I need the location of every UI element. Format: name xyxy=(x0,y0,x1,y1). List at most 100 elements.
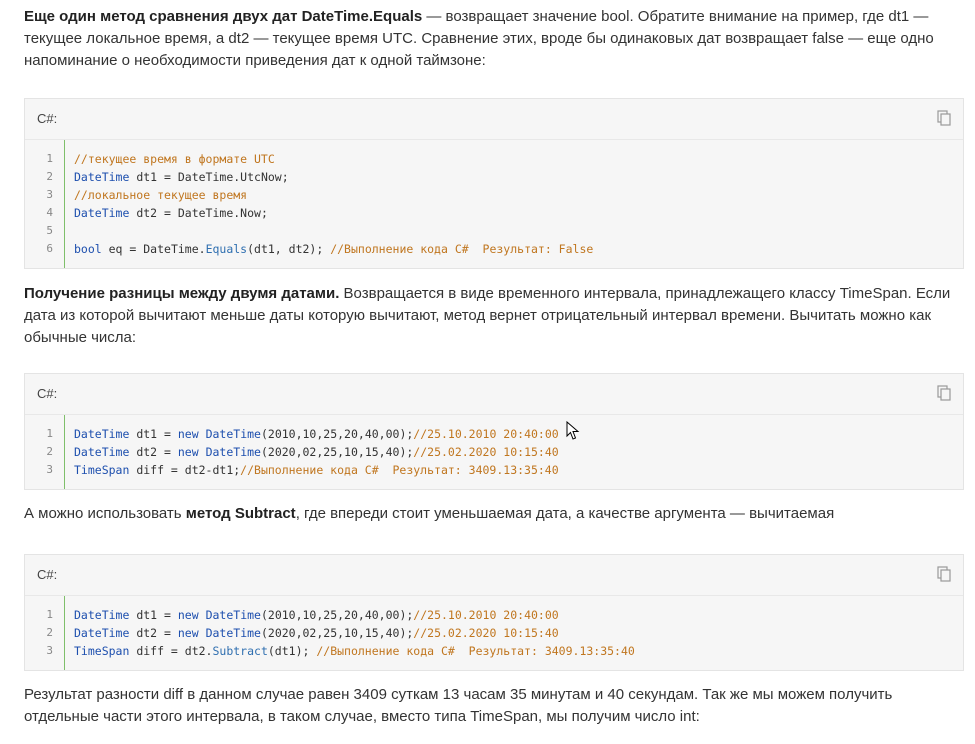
code-token: DateTime xyxy=(74,445,130,459)
code-line: 2 DateTime dt1 = DateTime.UtcNow; xyxy=(25,168,963,186)
paragraph-difference: Получение разницы между двумя датами. Во… xyxy=(24,283,966,349)
code-token: DateTime xyxy=(205,427,261,441)
code-token: //Выполнение кода C# Результат: 3409.13:… xyxy=(240,463,559,477)
code-block-difference: C#: 1 DateTime dt1 = new DateTime(2010,10… xyxy=(24,373,964,490)
code-token: //25.10.2010 20:40:00 xyxy=(413,427,559,441)
code-token: TimeSpan xyxy=(74,463,130,477)
code-line: 3 TimeSpan diff = dt2.Subtract(dt1); //Вы… xyxy=(25,642,963,660)
code-token: new xyxy=(177,445,199,459)
code-token: diff = dt2. xyxy=(129,644,213,658)
line-number: 5 xyxy=(46,224,53,237)
code-token: //25.02.2020 10:15:40 xyxy=(413,626,559,640)
copy-icon[interactable] xyxy=(937,110,951,126)
code-text: //локальное текущее время xyxy=(74,186,247,204)
code-token: new xyxy=(177,608,199,622)
code-line: 1 DateTime dt1 = new DateTime(2010,10,25,… xyxy=(25,425,963,443)
code-block-equals: C#: 1 //текущее время в формате UTC 2 DateT… xyxy=(24,98,964,269)
code-token: (2010,10,25,20,40,00); xyxy=(260,427,414,441)
paragraph-result: Результат разности diff в данном случае … xyxy=(24,684,966,728)
line-number: 3 xyxy=(46,188,53,201)
code-token: dt1 = xyxy=(129,608,178,622)
code-token: //Выполнение кода C# Результат: 3409.13:… xyxy=(316,644,635,658)
code-token: //Выполнение кода C# Результат: False xyxy=(330,242,594,256)
code-token: dt1 = DateTime.UtcNow; xyxy=(129,170,289,184)
paragraph-subtract-bold: метод Subtract xyxy=(185,505,296,522)
copy-icon[interactable] xyxy=(937,566,951,582)
line-number: 6 xyxy=(46,242,53,255)
code-line: 2 DateTime dt2 = new DateTime(2020,02,25,… xyxy=(25,624,963,642)
code-token: eq = DateTime. xyxy=(101,242,206,256)
code-token: (dt1); xyxy=(267,644,317,658)
code-line: 5 xyxy=(25,222,963,240)
code-text: //текущее время в формате UTC xyxy=(74,150,275,168)
code-token: DateTime xyxy=(205,445,261,459)
code-token: DateTime xyxy=(205,608,261,622)
code-token: DateTime xyxy=(205,626,261,640)
code-token: dt2 = xyxy=(129,445,178,459)
line-number: 4 xyxy=(46,206,53,219)
code-text: DateTime dt1 = new DateTime(2010,10,25,2… xyxy=(74,425,559,443)
code-token: diff = dt2-dt1; xyxy=(129,463,241,477)
code-token: Equals xyxy=(205,242,248,256)
code-body: 1 DateTime dt1 = new DateTime(2010,10,25,… xyxy=(25,415,963,489)
code-line: 3 TimeSpan diff = dt2-dt1;//Выполнение ко… xyxy=(25,461,963,479)
code-token: (2020,02,25,10,15,40); xyxy=(260,626,414,640)
code-token: DateTime xyxy=(74,626,130,640)
code-text: DateTime dt2 = DateTime.Now; xyxy=(74,204,268,222)
code-token: //25.10.2010 20:40:00 xyxy=(413,608,559,622)
code-token: dt1 = xyxy=(129,427,178,441)
code-token: DateTime xyxy=(74,170,130,184)
code-block-header: C#: xyxy=(25,374,963,415)
code-token: bool xyxy=(74,242,102,256)
line-number: 1 xyxy=(46,427,53,440)
code-token: (2020,02,25,10,15,40); xyxy=(260,445,414,459)
code-block-header: C#: xyxy=(25,99,963,140)
paragraph-difference-bold: Получение разницы между двумя датами. xyxy=(24,285,340,302)
line-number: 2 xyxy=(46,626,53,639)
paragraph-equals: Еще один метод сравнения двух дат DateTi… xyxy=(24,6,966,72)
code-token: TimeSpan xyxy=(74,644,130,658)
line-number: 2 xyxy=(46,445,53,458)
paragraph-subtract-pre: А можно использовать xyxy=(24,505,186,522)
code-text: DateTime dt1 = new DateTime(2010,10,25,2… xyxy=(74,606,559,624)
code-token: new xyxy=(177,427,199,441)
code-token: DateTime xyxy=(74,608,130,622)
code-token: DateTime xyxy=(74,206,130,220)
code-line: 1 //текущее время в формате UTC xyxy=(25,150,963,168)
paragraph-result-text: Результат разности diff в данном случае … xyxy=(24,686,893,725)
code-language-label: C#: xyxy=(37,386,58,401)
code-text: bool eq = DateTime.Equals(dt1, dt2); //В… xyxy=(74,240,593,258)
paragraph-equals-bold: Еще один метод сравнения двух дат DateTi… xyxy=(24,8,423,25)
line-number: 2 xyxy=(46,170,53,183)
code-token: DateTime xyxy=(74,427,130,441)
code-token: dt2 = xyxy=(129,626,178,640)
code-text: DateTime dt2 = new DateTime(2020,02,25,1… xyxy=(74,443,559,461)
code-text: DateTime dt1 = DateTime.UtcNow; xyxy=(74,168,289,186)
code-body: 1 DateTime dt1 = new DateTime(2010,10,25,… xyxy=(25,596,963,670)
code-line: 3 //локальное текущее время xyxy=(25,186,963,204)
code-token: //текущее время в формате UTC xyxy=(74,152,275,166)
mouse-cursor-icon xyxy=(566,421,580,440)
line-number: 3 xyxy=(46,463,53,476)
code-line: 4 DateTime dt2 = DateTime.Now; xyxy=(25,204,963,222)
copy-icon[interactable] xyxy=(937,385,951,401)
code-token: dt2 = DateTime.Now; xyxy=(129,206,268,220)
code-token: new xyxy=(177,626,199,640)
code-language-label: C#: xyxy=(37,567,58,582)
code-block-subtract: C#: 1 DateTime dt1 = new DateTime(2010,10… xyxy=(24,554,964,671)
code-text: DateTime dt2 = new DateTime(2020,02,25,1… xyxy=(74,624,559,642)
code-token: (dt1, dt2); xyxy=(247,242,331,256)
code-line: 6 bool eq = DateTime.Equals(dt1, dt2); //… xyxy=(25,240,963,258)
paragraph-subtract: А можно использовать метод Subtract, где… xyxy=(24,503,966,525)
line-number: 1 xyxy=(46,608,53,621)
code-language-label: C#: xyxy=(37,111,58,126)
line-number: 3 xyxy=(46,644,53,657)
paragraph-subtract-post: , где впереди стоит уменьшаемая дата, а … xyxy=(295,505,835,522)
code-block-header: C#: xyxy=(25,555,963,596)
code-text: TimeSpan diff = dt2.Subtract(dt1); //Вып… xyxy=(74,642,635,660)
code-token: //локальное текущее время xyxy=(74,188,248,202)
